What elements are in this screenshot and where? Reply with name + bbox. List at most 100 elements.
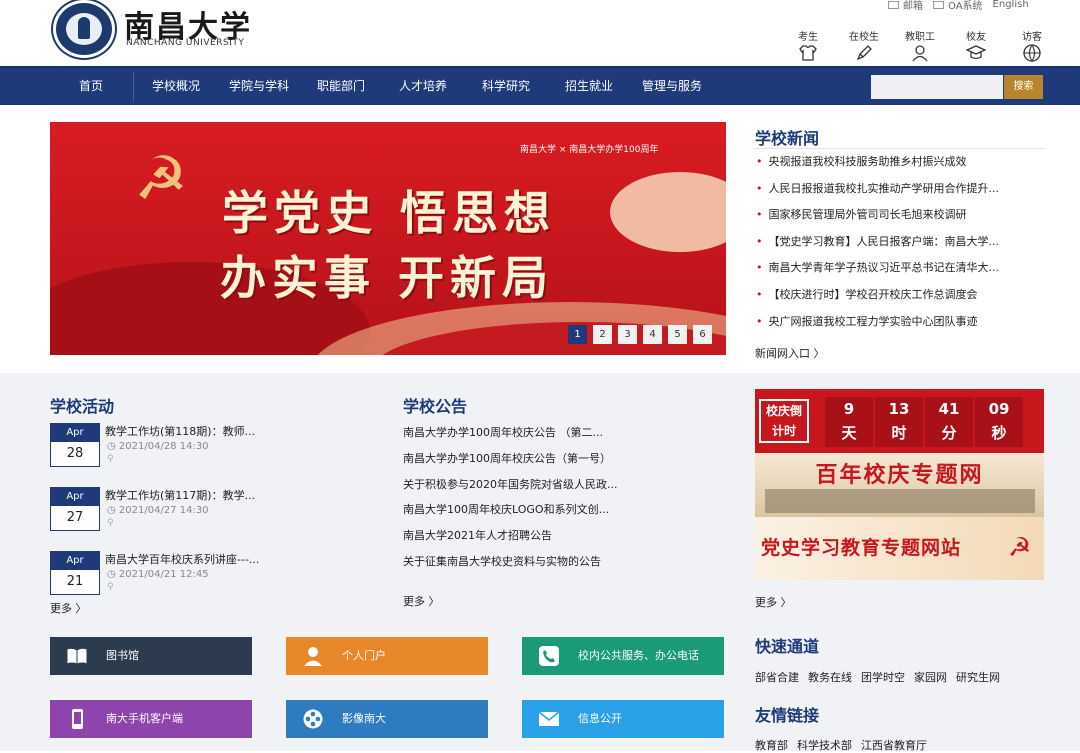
promo-panel: 校庆倒计时 9天 13 时 41 分 09 秒 百年校庆专题网 党史学习教育专题网站 … [755, 389, 1044, 580]
role-candidate[interactable]: 考生 [780, 28, 836, 62]
news-item[interactable]: 人民日报报道我校扎实推动产学研用合作提升... [756, 180, 1046, 207]
slide-dot[interactable]: 2 [593, 325, 612, 344]
activity-title: 南昌大学百年校庆系列讲座---... [105, 553, 260, 566]
activity-time: ◷ 2021/04/27 14:30 [107, 505, 209, 516]
activities-more-link[interactable]: 更多 〉 [50, 600, 87, 616]
quick-channel-title: 快速通道 [755, 637, 820, 656]
oa-link[interactable]: OA系统 [933, 0, 983, 12]
activity-item[interactable]: Apr 28 教学工作坊(第118期)：教师... ◷ 2021/04/28 14… [50, 423, 290, 471]
date-badge: Apr 28 [50, 423, 100, 467]
role-student[interactable]: 在校生 [836, 28, 892, 62]
news-item[interactable]: 国家移民管理局外管司司长毛旭来校调研 [756, 206, 1046, 233]
mobile-app-button[interactable]: 南大手机客户端 [50, 700, 252, 738]
activity-item[interactable]: Apr 27 教学工作坊(第117期)：教学... ◷ 2021/04/27 14… [50, 487, 290, 535]
news-item[interactable]: 央视报道我校科技服务助推乡村振兴成效 [756, 153, 1046, 180]
role-visitor[interactable]: 访客 [1004, 28, 1060, 62]
top-links: 邮箱 OA系统 English [888, 0, 1029, 12]
search-input[interactable] [871, 75, 1003, 99]
quick-channel-links: 部省合建 教务在线 团学时空 家园网 研究生网 [755, 669, 1000, 685]
person-icon [912, 45, 928, 62]
hero-banner[interactable]: ☭ 南昌大学 × 南昌大学办学100周年 学党史 悟思想 办实事 开新局 1 2… [50, 122, 726, 355]
role-shortcuts: 考生 在校生 教职工 校友 访客 [780, 28, 1060, 62]
library-button[interactable]: 图书馆 [50, 637, 252, 675]
slide-dot[interactable]: 1 [568, 325, 587, 344]
location-pin-icon: ⚲ [107, 518, 114, 528]
date-badge: Apr 21 [50, 551, 100, 595]
channel-link[interactable]: 教务在线 [808, 669, 852, 685]
notice-item[interactable]: 南昌大学办学100周年校庆公告（第一号） [403, 450, 703, 476]
folder-icon [933, 0, 944, 9]
news-divider [755, 148, 1045, 149]
activity-time: ◷ 2021/04/21 12:45 [107, 569, 209, 580]
activities-title: 学校活动 [50, 397, 115, 416]
location-pin-icon: ⚲ [107, 582, 114, 592]
news-item[interactable]: 央广网报道我校工程力学实验中心团队事迹 [756, 313, 1046, 340]
notice-item[interactable]: 南昌大学2021年人才招聘公告 [403, 527, 703, 553]
nav-overview[interactable]: 学校概况 [152, 68, 200, 105]
main-nav: 首页 学校概况 学院与学科 职能部门 人才培养 科学研究 招生就业 管理与服务 … [0, 66, 1080, 105]
notice-item[interactable]: 关于积极参与2020年国务院对省级人民政... [403, 476, 703, 502]
party-history-site-banner[interactable]: 党史学习教育专题网站 ☭ [755, 517, 1044, 580]
nav-divider [133, 72, 134, 102]
personal-portal-button[interactable]: 个人门户 [286, 637, 488, 675]
slide-dot[interactable]: 5 [668, 325, 687, 344]
slide-dot[interactable]: 6 [693, 325, 712, 344]
mail-link[interactable]: 邮箱 [888, 0, 923, 12]
friend-links-title: 友情链接 [755, 706, 820, 725]
news-item[interactable]: 【校庆进行时】学校召开校庆工作总调度会 [756, 286, 1046, 313]
university-seal-logo[interactable] [53, 0, 115, 58]
notices-more-link[interactable]: 更多 〉 [403, 593, 440, 609]
nav-home[interactable]: 首页 [79, 68, 103, 105]
news-item[interactable]: 南昌大学青年学子热议习近平总书记在清华大... [756, 259, 1046, 286]
news-item[interactable]: 【党史学习教育】人民日报客户端：南昌大学... [756, 233, 1046, 260]
mobile-icon [72, 709, 83, 729]
mail-icon [888, 0, 899, 9]
slide-dot[interactable]: 4 [643, 325, 662, 344]
image-ncu-button[interactable]: 影像南大 [286, 700, 488, 738]
campus-building-image [765, 489, 1035, 513]
slide-dot[interactable]: 3 [618, 325, 637, 344]
notice-item[interactable]: 南昌大学办学100周年校庆公告 （第二... [403, 424, 703, 450]
nav-colleges[interactable]: 学院与学科 [229, 68, 289, 105]
channel-link[interactable]: 家园网 [914, 669, 947, 685]
party-history-title: 党史学习教育专题网站 [761, 537, 962, 559]
news-title: 学校新闻 [755, 129, 820, 148]
banner-slogan-line1: 学党史 悟思想 [222, 186, 557, 240]
role-alumni[interactable]: 校友 [948, 28, 1004, 62]
countdown-hours: 13 时 [875, 397, 923, 447]
role-staff[interactable]: 教职工 [892, 28, 948, 62]
activity-item[interactable]: Apr 21 南昌大学百年校庆系列讲座---... ◷ 2021/04/21 12… [50, 551, 290, 599]
public-services-button[interactable]: 校内公共服务、办公电话 [522, 637, 724, 675]
anniversary-title: 百年校庆专题网 [815, 462, 984, 488]
notice-item[interactable]: 南昌大学100周年校庆LOGO和系列文创... [403, 501, 703, 527]
news-more-link[interactable]: 新闻网入口 〉 [755, 345, 825, 361]
search-button[interactable]: 搜索 [1004, 75, 1043, 99]
channel-link[interactable]: 团学时空 [861, 669, 905, 685]
mail-icon [538, 711, 560, 726]
book-icon [66, 647, 88, 665]
phone-icon [539, 646, 559, 666]
hammer-sickle-icon: ☭ [1008, 533, 1032, 563]
nav-research[interactable]: 科学研究 [482, 68, 530, 105]
info-disclosure-button[interactable]: 信息公开 [522, 700, 724, 738]
english-link[interactable]: English [993, 0, 1029, 12]
countdown-days: 9天 [825, 397, 873, 447]
countdown-label: 校庆倒计时 [759, 399, 809, 443]
promo-more-link[interactable]: 更多 〉 [755, 594, 792, 610]
channel-link[interactable]: 部省合建 [755, 669, 799, 685]
site-header: 南昌大学 NANCHANG UNIVERSITY 邮箱 OA系统 English… [0, 0, 1080, 66]
nav-services[interactable]: 管理与服务 [642, 68, 702, 105]
nav-departments[interactable]: 职能部门 [317, 68, 365, 105]
countdown-banner[interactable]: 校庆倒计时 9天 13 时 41 分 09 秒 [755, 389, 1044, 453]
anniversary-site-banner[interactable]: 百年校庆专题网 [755, 453, 1044, 517]
activity-title: 教学工作坊(第117期)：教学... [105, 489, 256, 502]
nav-admissions[interactable]: 招生就业 [565, 68, 613, 105]
nav-education[interactable]: 人才培养 [399, 68, 447, 105]
channel-link[interactable]: 研究生网 [956, 669, 1000, 685]
slide-pager: 1 2 3 4 5 6 [568, 325, 712, 344]
notice-item[interactable]: 关于征集南昌大学校史资料与实物的公告 [403, 553, 703, 579]
news-list: 央视报道我校科技服务助推乡村振兴成效 人民日报报道我校扎实推动产学研用合作提升.… [756, 153, 1046, 339]
date-badge: Apr 27 [50, 487, 100, 531]
pencil-icon [856, 45, 872, 61]
banner-cloud [610, 172, 726, 252]
